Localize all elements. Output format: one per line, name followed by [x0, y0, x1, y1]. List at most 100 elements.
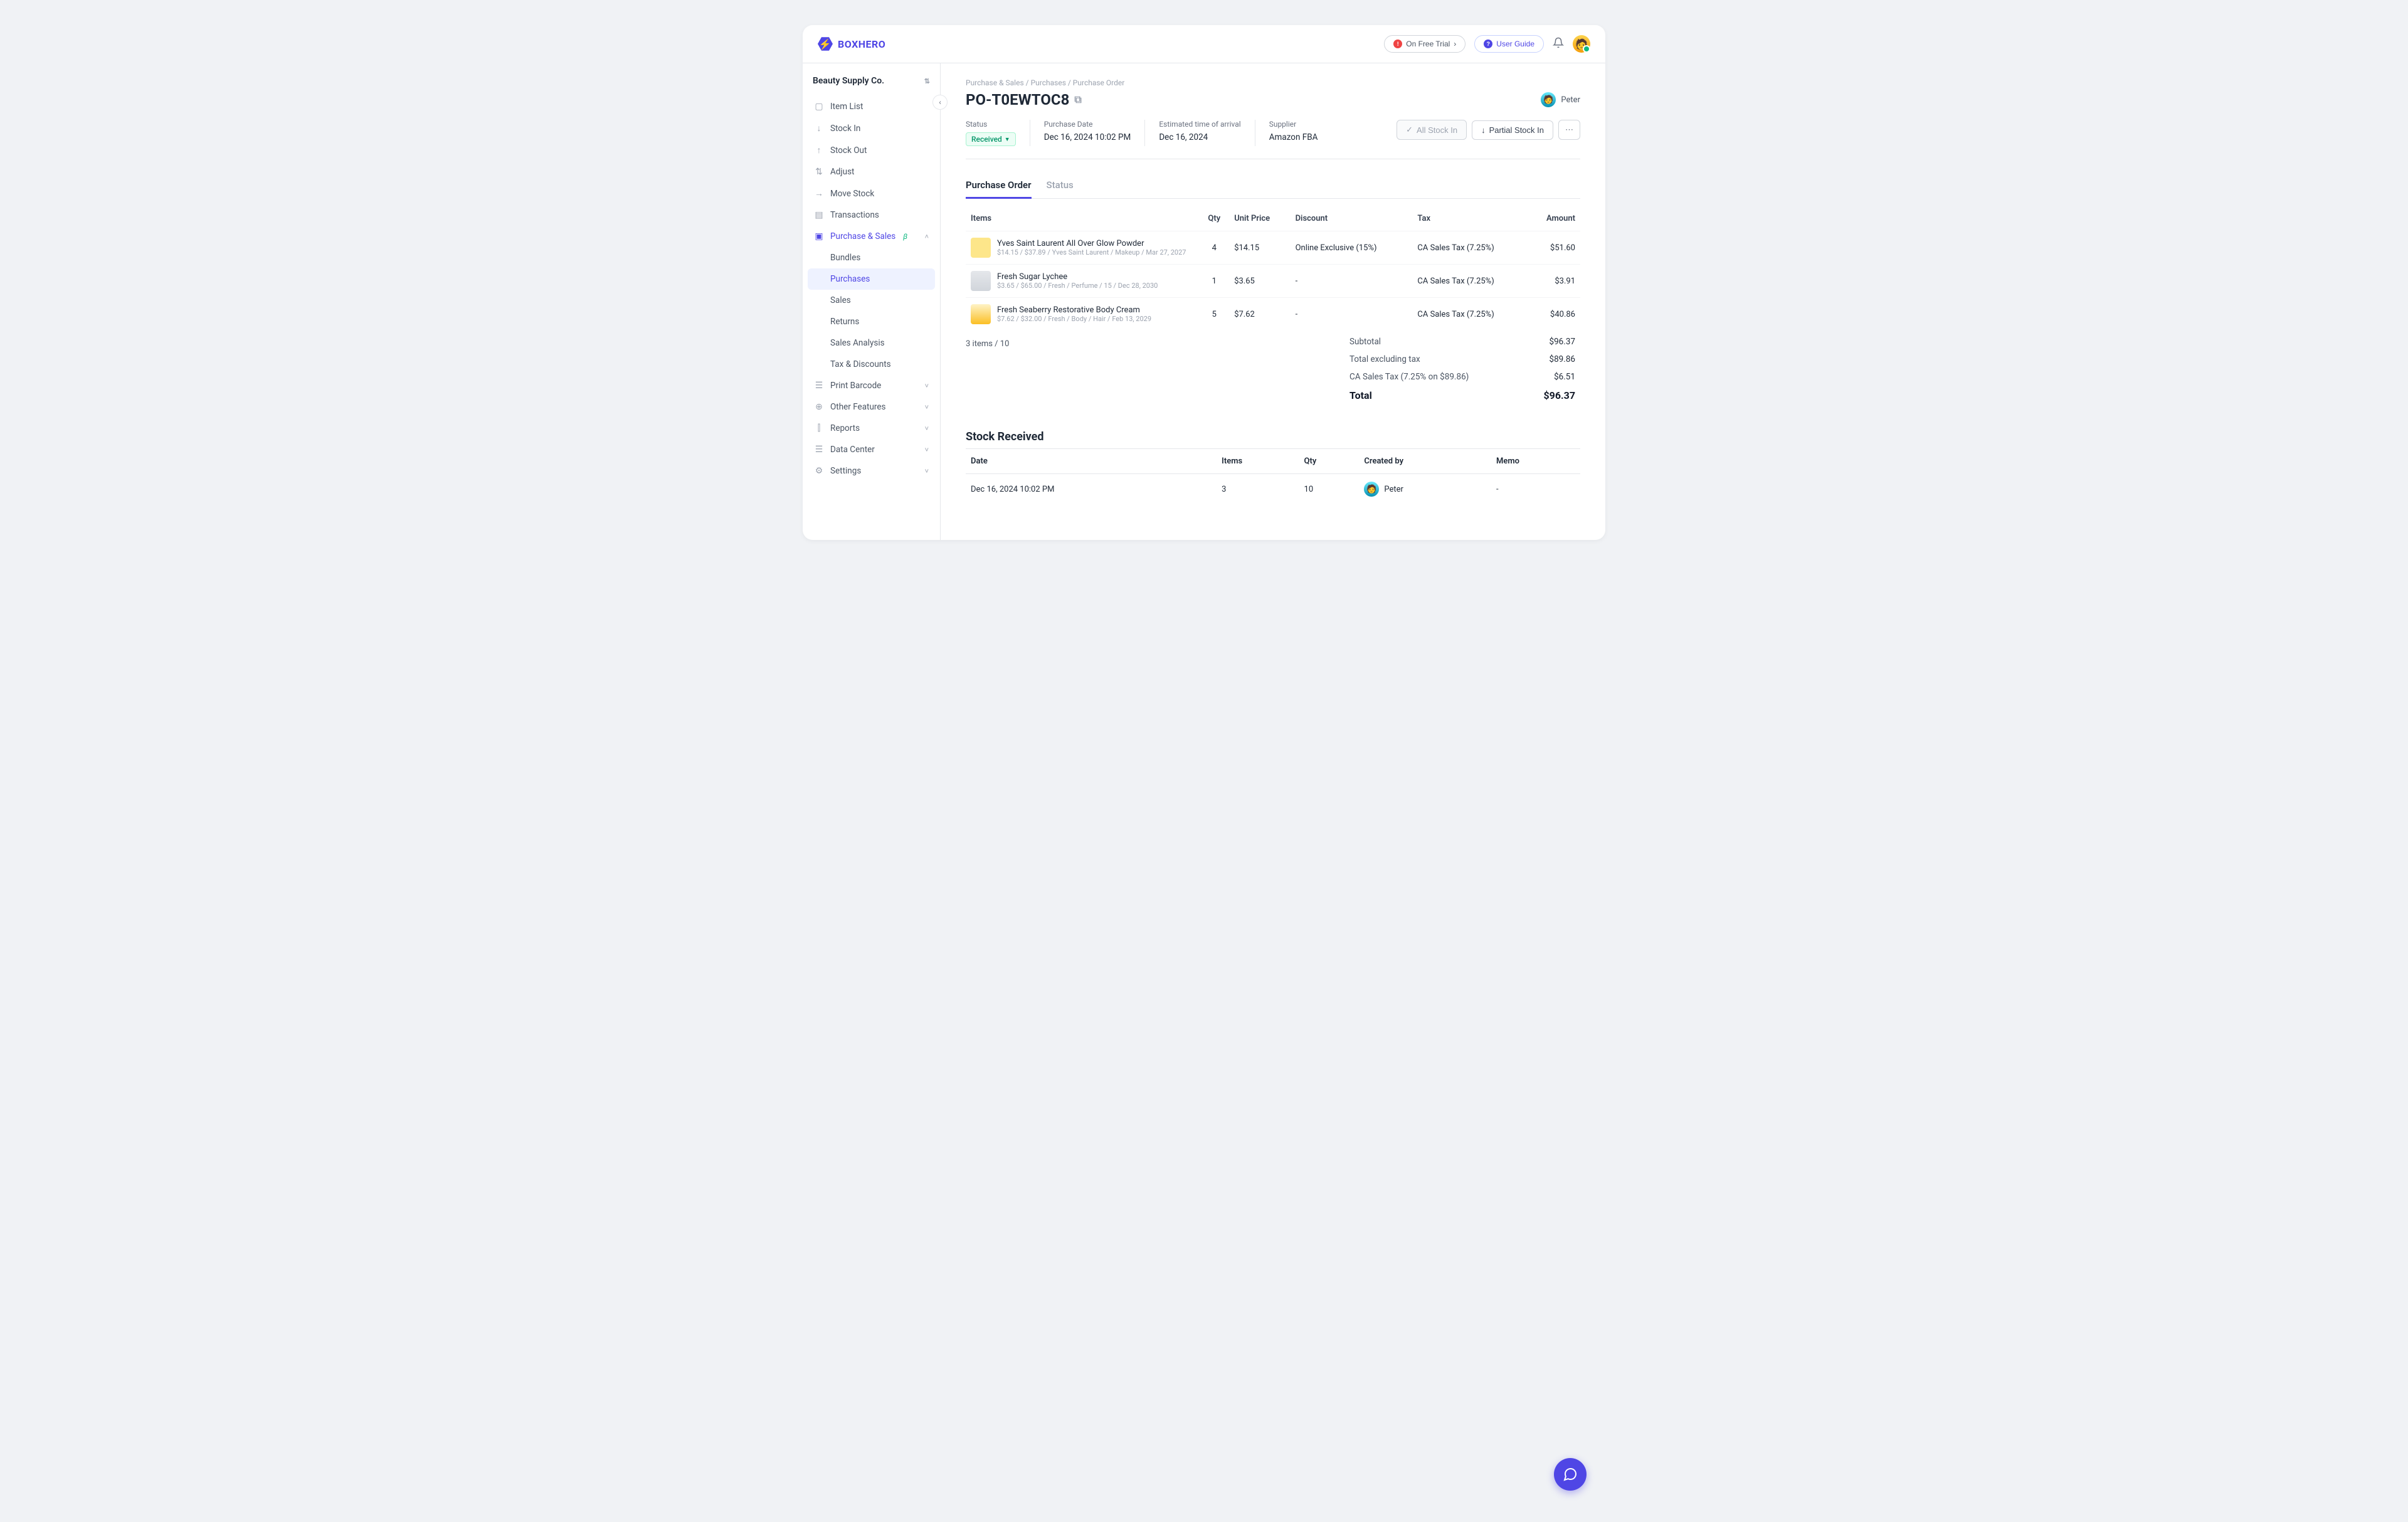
item-discount: Online Exclusive (15%)	[1291, 231, 1413, 265]
tax-value: $6.51	[1525, 372, 1575, 382]
received-date: Dec 16, 2024 10:02 PM	[966, 474, 1217, 505]
content-area: Purchase & Sales / Purchases / Purchase …	[941, 63, 1605, 540]
stock-received-table: Date Items Qty Created by Memo Dec 16, 2…	[966, 448, 1580, 504]
col-amount: Amount	[1528, 206, 1580, 231]
tabs: Purchase Order Status	[966, 173, 1580, 199]
table-row[interactable]: Fresh Seaberry Restorative Body Cream$7.…	[966, 298, 1580, 331]
plus-circle-icon: ⊕	[814, 402, 824, 412]
col-qty: Qty	[1299, 449, 1360, 474]
item-unit-price: $7.62	[1229, 298, 1290, 331]
eta-value: Dec 16, 2024	[1159, 132, 1240, 142]
item-tax: CA Sales Tax (7.25%)	[1412, 298, 1528, 331]
item-unit-price: $14.15	[1229, 231, 1290, 265]
sort-icon: ⇅	[924, 77, 930, 85]
sidebar: ‹ Beauty Supply Co. ⇅ ▢Item List ↓Stock …	[803, 63, 941, 540]
action-buttons: ✓ All Stock In ↓ Partial Stock In ⋯	[1397, 120, 1580, 140]
received-by: Peter	[1384, 485, 1403, 494]
supplier-label: Supplier	[1269, 120, 1318, 129]
table-row[interactable]: Fresh Sugar Lychee$3.65 / $65.00 / Fresh…	[966, 265, 1580, 298]
sidebar-item-purchase-sales[interactable]: ▣ Purchase & Sales β ˄	[808, 226, 935, 247]
col-unit-price: Unit Price	[1229, 206, 1290, 231]
chevron-right-icon: ›	[1454, 40, 1456, 48]
sidebar-item-stock-in[interactable]: ↓Stock In	[808, 117, 935, 139]
item-unit-price: $3.65	[1229, 265, 1290, 298]
guide-button[interactable]: ? User Guide	[1474, 35, 1544, 53]
purchase-date-block: Purchase Date Dec 16, 2024 10:02 PM	[1030, 120, 1146, 146]
sidebar-subitem-tax-discounts[interactable]: Tax & Discounts	[808, 354, 935, 375]
app-window: ⚡ BOXHERO ! On Free Trial › ? User Guide…	[803, 25, 1605, 540]
barcode-icon: ☰	[814, 381, 824, 391]
item-meta: $3.65 / $65.00 / Fresh / Perfume / 15 / …	[997, 282, 1158, 290]
item-meta: $14.15 / $37.89 / Yves Saint Laurent / M…	[997, 248, 1186, 256]
sidebar-item-transactions[interactable]: ▤Transactions	[808, 204, 935, 226]
total-value: $96.37	[1525, 389, 1575, 401]
breadcrumb-link[interactable]: Purchases	[1031, 78, 1066, 87]
info-blocks: Status Received ▼ Purchase Date Dec 16, …	[966, 120, 1331, 146]
beta-badge: β	[903, 232, 907, 241]
item-amount: $51.60	[1528, 231, 1580, 265]
subtotal-label: Subtotal	[1349, 337, 1500, 347]
sidebar-item-print-barcode[interactable]: ☰Print Barcode˅	[808, 375, 935, 396]
gear-icon: ⚙	[814, 466, 824, 476]
sidebar-subitem-sales-analysis[interactable]: Sales Analysis	[808, 332, 935, 354]
adjust-icon: ⇅	[814, 167, 824, 177]
download-icon: ↓	[1481, 125, 1486, 135]
table-row[interactable]: Dec 16, 2024 10:02 PM 3 10 🧑Peter -	[966, 474, 1580, 505]
breadcrumb-current: Purchase Order	[1073, 78, 1125, 87]
chevron-down-icon: ˅	[925, 467, 929, 475]
col-date: Date	[966, 449, 1217, 474]
trial-button[interactable]: ! On Free Trial ›	[1384, 35, 1465, 53]
sidebar-subitem-sales[interactable]: Sales	[808, 290, 935, 311]
received-memo: -	[1491, 474, 1580, 505]
sidebar-subitem-bundles[interactable]: Bundles	[808, 247, 935, 268]
sidebar-item-item-list[interactable]: ▢Item List	[808, 96, 935, 117]
item-counter: 3 items / 10	[966, 339, 1319, 349]
col-created-by: Created by	[1359, 449, 1491, 474]
item-tax: CA Sales Tax (7.25%)	[1412, 231, 1528, 265]
sidebar-subitem-returns[interactable]: Returns	[808, 311, 935, 332]
copy-icon[interactable]: ⧉	[1074, 93, 1081, 106]
brand-name: BOXHERO	[838, 38, 885, 50]
workspace-selector[interactable]: Beauty Supply Co. ⇅	[808, 73, 935, 96]
sidebar-item-settings[interactable]: ⚙Settings˅	[808, 460, 935, 482]
item-discount: -	[1291, 265, 1413, 298]
excl-tax-value: $89.86	[1525, 354, 1575, 364]
excl-tax-label: Total excluding tax	[1349, 354, 1500, 364]
item-qty: 1	[1199, 265, 1229, 298]
upload-icon: ↑	[814, 145, 824, 156]
col-qty: Qty	[1199, 206, 1229, 231]
tab-purchase-order[interactable]: Purchase Order	[966, 173, 1032, 199]
subtotal-value: $96.37	[1525, 337, 1575, 347]
chat-fab[interactable]	[1554, 1458, 1587, 1491]
chevron-down-icon: ˅	[925, 403, 929, 411]
partial-stock-in-button[interactable]: ↓ Partial Stock In	[1472, 120, 1553, 140]
main-layout: ‹ Beauty Supply Co. ⇅ ▢Item List ↓Stock …	[803, 63, 1605, 540]
sidebar-item-stock-out[interactable]: ↑Stock Out	[808, 139, 935, 161]
col-discount: Discount	[1291, 206, 1413, 231]
collapse-sidebar-button[interactable]: ‹	[932, 95, 948, 110]
sidebar-item-adjust[interactable]: ⇅Adjust	[808, 161, 935, 182]
eta-label: Estimated time of arrival	[1159, 120, 1240, 129]
profile-avatar[interactable]: 🧑	[1573, 35, 1590, 53]
item-thumb	[971, 271, 991, 291]
notifications-icon[interactable]	[1553, 37, 1564, 51]
more-actions-button[interactable]: ⋯	[1558, 120, 1580, 140]
tab-status[interactable]: Status	[1047, 173, 1074, 198]
logo-icon: ⚡	[818, 36, 833, 51]
sidebar-item-reports[interactable]: ⫿Reports˅	[808, 418, 935, 439]
status-label: Status	[966, 120, 1016, 129]
chat-icon	[1563, 1467, 1578, 1482]
stock-received-title: Stock Received	[966, 430, 1580, 443]
sidebar-item-data-center[interactable]: ☰Data Center˅	[808, 439, 935, 460]
table-row[interactable]: Yves Saint Laurent All Over Glow Powder$…	[966, 231, 1580, 265]
sidebar-item-move-stock[interactable]: →Move Stock	[808, 182, 935, 204]
sidebar-subitem-purchases[interactable]: Purchases	[808, 268, 935, 290]
breadcrumb-link[interactable]: Purchase & Sales	[966, 78, 1024, 87]
title-row: PO-T0EWTOC8 ⧉ 🧑 Peter	[966, 91, 1580, 108]
alert-icon: !	[1393, 40, 1402, 48]
status-dropdown[interactable]: Received ▼	[966, 132, 1016, 146]
brand-logo[interactable]: ⚡ BOXHERO	[818, 36, 885, 51]
sidebar-item-other-features[interactable]: ⊕Other Features˅	[808, 396, 935, 418]
col-tax: Tax	[1412, 206, 1528, 231]
item-qty: 4	[1199, 231, 1229, 265]
